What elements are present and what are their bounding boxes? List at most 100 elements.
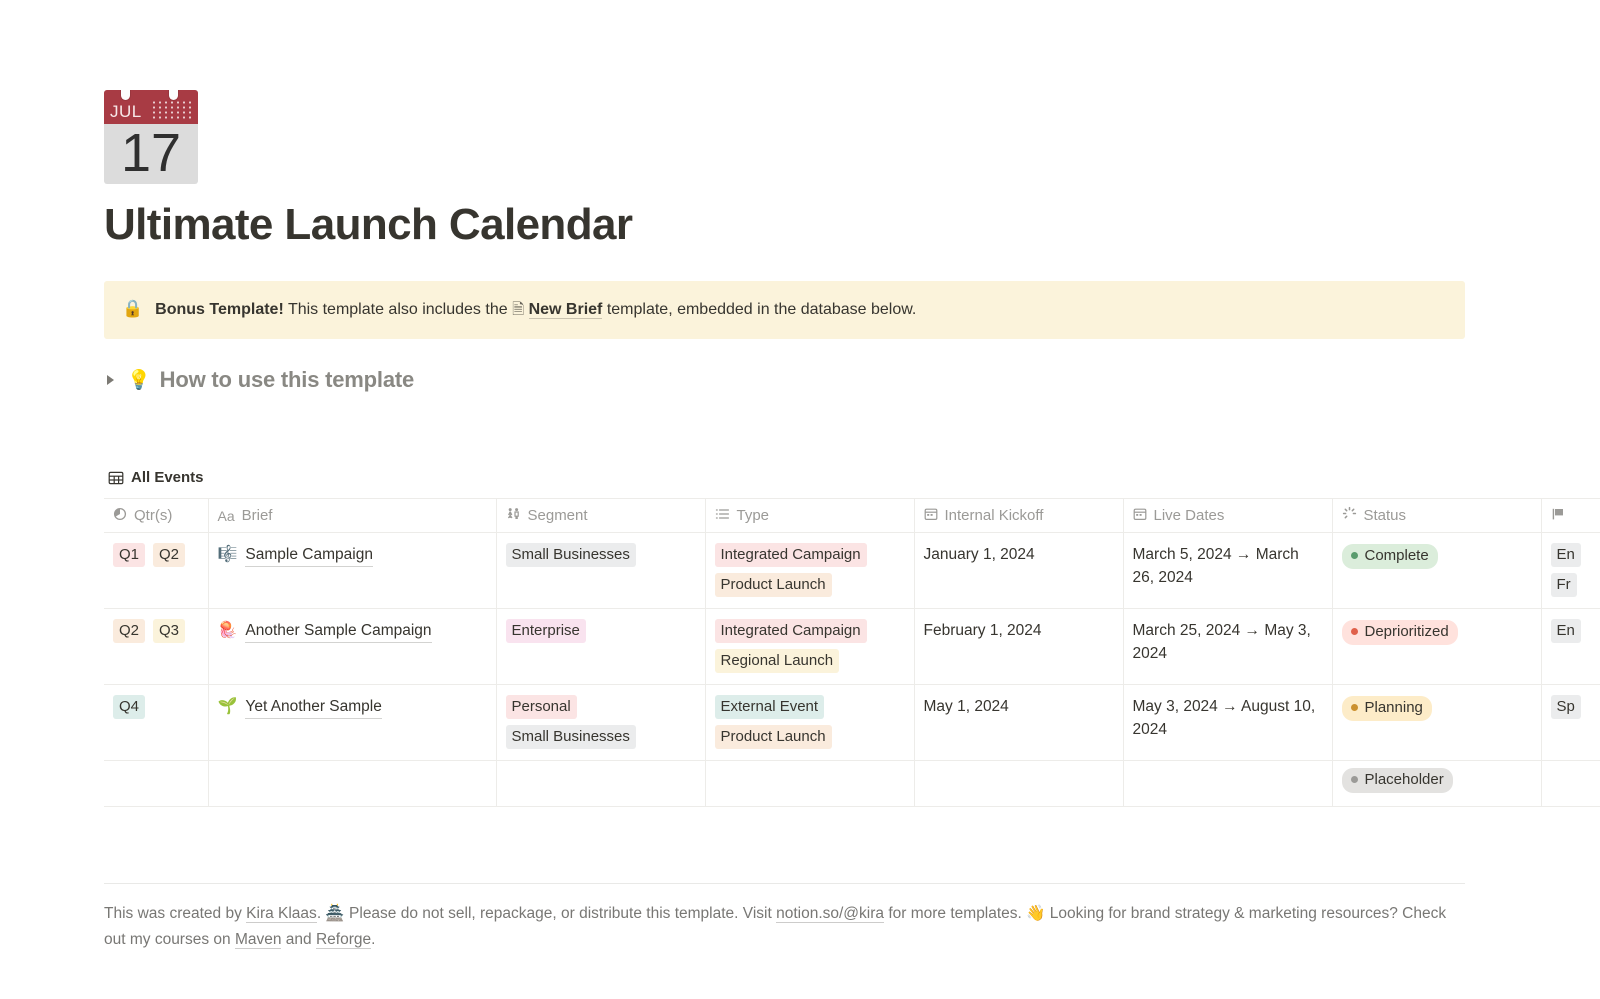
column-header-qtrs[interactable]: Qtr(s) — [104, 498, 209, 534]
reforge-link[interactable]: Reforge — [315, 931, 372, 950]
tag-type[interactable]: Integrated Campaign — [714, 543, 867, 568]
calendar-icon — [1133, 507, 1147, 525]
cell-segment[interactable]: Personal Small Businesses — [496, 684, 706, 762]
tag-segment[interactable]: Enterprise — [505, 619, 586, 644]
cell-internal-kickoff[interactable]: May 1, 2024 — [914, 684, 1124, 762]
new-brief-link[interactable]: New Brief — [528, 301, 603, 320]
status-badge[interactable]: Planning — [1341, 695, 1432, 721]
tag-qtr[interactable]: Q1 — [113, 543, 146, 568]
people-icon — [506, 507, 521, 525]
cell-internal-kickoff[interactable] — [914, 760, 1124, 808]
brief-page-link[interactable]: Another Sample Campaign — [245, 619, 432, 644]
column-header-status[interactable]: Status — [1332, 498, 1542, 534]
column-header-extra[interactable] — [1541, 498, 1600, 534]
column-header-internal-kickoff[interactable]: Internal Kickoff — [914, 498, 1124, 534]
cell-segment[interactable]: Small Businesses — [496, 532, 706, 610]
cell-internal-kickoff[interactable]: February 1, 2024 — [914, 608, 1124, 686]
cell-brief[interactable]: 🌱 Yet Another Sample — [208, 684, 497, 762]
cell-segment[interactable]: Enterprise — [496, 608, 706, 686]
tag-type[interactable]: Product Launch — [714, 573, 832, 598]
cell-type[interactable]: Integrated Campaign Product Launch — [705, 532, 915, 610]
tag-extra[interactable]: Sp — [1550, 695, 1581, 720]
cell-type[interactable]: Integrated Campaign Regional Launch — [705, 608, 915, 686]
tag-type[interactable]: External Event — [714, 695, 825, 720]
status-badge[interactable]: Complete — [1341, 543, 1438, 569]
tag-qtr[interactable]: Q4 — [113, 695, 146, 720]
footer-text-d: and — [281, 931, 316, 949]
tag-qtr[interactable]: Q2 — [153, 543, 186, 568]
tag-extra[interactable]: En — [1550, 543, 1581, 568]
tag-extra[interactable]: Fr — [1550, 573, 1577, 598]
cell-brief[interactable]: 🎼 Sample Campaign — [208, 532, 497, 610]
calendar-icon-ring-right — [169, 90, 178, 100]
cell-extra[interactable] — [1541, 760, 1600, 808]
database-title[interactable]: All Events — [131, 469, 204, 487]
callout-text: Bonus Template! This template also inclu… — [155, 298, 916, 322]
cell-status[interactable]: Placeholder — [1332, 760, 1542, 808]
cell-type[interactable]: External Event Product Launch — [705, 684, 915, 762]
cell-qtrs[interactable]: Q1 Q2 — [104, 532, 209, 610]
table-header-row: Qtr(s) Aa Brief Segment Type Internal Ki… — [104, 498, 1600, 534]
brief-page-link[interactable]: Yet Another Sample — [245, 695, 382, 720]
document-icon: 🗎 — [512, 301, 525, 319]
table-row[interactable]: Q2 Q3 🪼 Another Sample Campaign Enterpri… — [104, 608, 1600, 686]
cell-live-dates[interactable]: March 25, 2024 → May 3, 2024 — [1123, 608, 1333, 686]
author-link[interactable]: Kira Klaas — [246, 905, 317, 924]
cell-segment[interactable] — [496, 760, 706, 808]
maven-link[interactable]: Maven — [234, 931, 282, 950]
bonus-template-callout: 🔒 Bonus Template! This template also inc… — [104, 281, 1465, 340]
live-dates-range: May 3, 2024 → August 10, 2024 — [1132, 698, 1316, 739]
tag-extra[interactable]: En — [1550, 619, 1581, 644]
cell-brief[interactable]: 🪼 Another Sample Campaign — [208, 608, 497, 686]
chevron-right-icon[interactable] — [104, 373, 118, 387]
status-label: Complete — [1364, 546, 1429, 564]
tag-qtr[interactable]: Q2 — [113, 619, 146, 644]
cell-type[interactable] — [705, 760, 915, 808]
cell-status[interactable]: Deprioritized — [1332, 608, 1542, 686]
tag-qtr[interactable]: Q3 — [153, 619, 186, 644]
cell-qtrs[interactable]: Q2 Q3 — [104, 608, 209, 686]
column-header-segment[interactable]: Segment — [496, 498, 706, 534]
brief-page-link[interactable]: Sample Campaign — [245, 543, 373, 568]
cell-status[interactable]: Planning — [1332, 684, 1542, 762]
status-badge[interactable]: Deprioritized — [1341, 619, 1458, 645]
footer-text-a: This was created by — [104, 905, 247, 923]
cell-live-dates[interactable]: May 3, 2024 → August 10, 2024 — [1123, 684, 1333, 762]
notion-profile-link[interactable]: notion.so/@kira — [776, 905, 885, 924]
tag-segment[interactable]: Personal — [505, 695, 577, 720]
column-header-status-label: Status — [1363, 507, 1407, 525]
table-row[interactable]: Q4 🌱 Yet Another Sample Personal Small B… — [104, 684, 1600, 762]
tag-type[interactable]: Integrated Campaign — [714, 619, 867, 644]
table-row[interactable]: Q1 Q2 🎼 Sample Campaign Small Businesses… — [104, 532, 1600, 610]
page-title[interactable]: Ultimate Launch Calendar — [104, 198, 1600, 252]
tag-segment[interactable]: Small Businesses — [505, 543, 636, 568]
column-header-live-dates[interactable]: Live Dates — [1123, 498, 1333, 534]
cell-live-dates[interactable] — [1123, 760, 1333, 808]
how-to-use-toggle[interactable]: 💡 How to use this template — [104, 367, 1600, 393]
column-header-brief[interactable]: Aa Brief — [208, 498, 497, 534]
cell-qtrs[interactable]: Q4 — [104, 684, 209, 762]
live-dates-range: March 5, 2024 → March 26, 2024 — [1132, 546, 1299, 587]
flag-icon — [1551, 507, 1565, 525]
database-title-row[interactable]: All Events — [104, 469, 1600, 487]
callout-bold-lead: Bonus Template! — [155, 301, 284, 319]
cell-extra[interactable]: Sp — [1541, 684, 1600, 762]
cell-brief[interactable] — [208, 760, 497, 808]
cell-extra[interactable]: En Fr — [1541, 532, 1600, 610]
cell-qtrs[interactable] — [104, 760, 209, 808]
cell-extra[interactable]: En — [1541, 608, 1600, 686]
status-badge[interactable]: Placeholder — [1341, 767, 1453, 793]
page-content: JUL 17 Ultimate Launch Calendar 🔒 Bonus … — [104, 0, 1600, 953]
column-header-internal-kickoff-label: Internal Kickoff — [944, 507, 1044, 525]
cell-live-dates[interactable]: March 5, 2024 → March 26, 2024 — [1123, 532, 1333, 610]
table-row[interactable]: Placeholder — [104, 760, 1600, 808]
tag-segment[interactable]: Small Businesses — [505, 725, 636, 750]
cell-status[interactable]: Complete — [1332, 532, 1542, 610]
page-footer: This was created by Kira Klaas. 🏯 Please… — [104, 883, 1465, 953]
calendar-emoji-icon[interactable]: JUL 17 — [104, 90, 198, 184]
tag-type[interactable]: Regional Launch — [714, 649, 840, 674]
cell-internal-kickoff[interactable]: January 1, 2024 — [914, 532, 1124, 610]
tag-type[interactable]: Product Launch — [714, 725, 832, 750]
column-header-type[interactable]: Type — [705, 498, 915, 534]
status-label: Placeholder — [1364, 770, 1444, 788]
